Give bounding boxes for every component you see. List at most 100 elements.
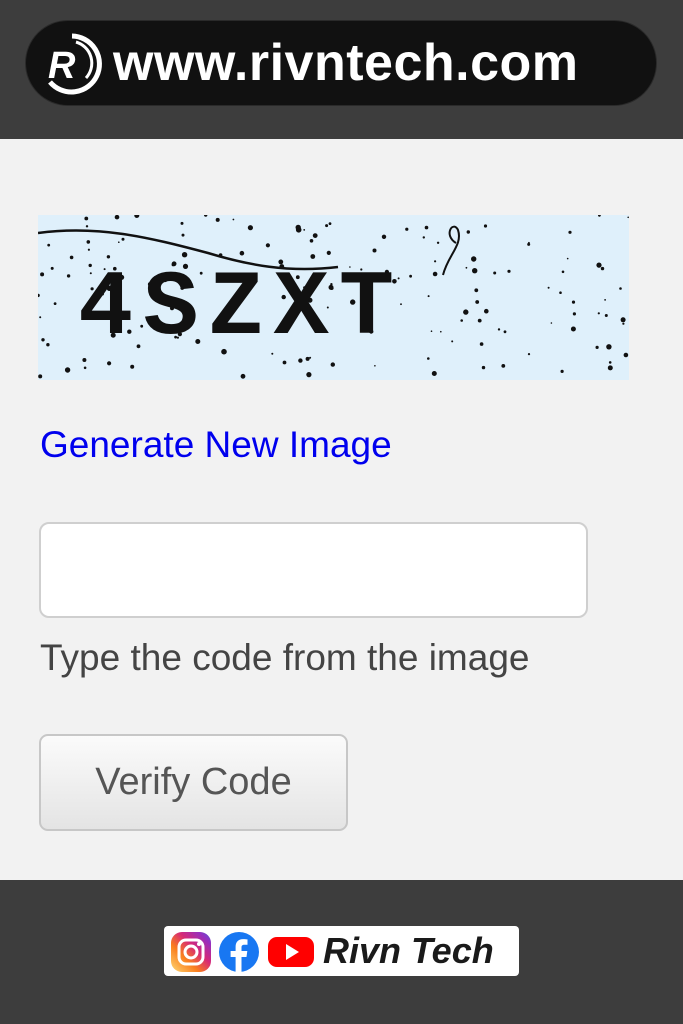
captcha-noise-dot <box>107 361 112 366</box>
captcha-noise-dot <box>597 312 600 315</box>
captcha-noise-dot <box>118 241 120 243</box>
captcha-noise-dot <box>83 366 87 370</box>
logo-letter: R <box>48 45 76 87</box>
captcha-noise-dot <box>604 314 608 317</box>
captcha-noise-dot <box>121 237 125 241</box>
captcha-noise-dot <box>312 233 318 238</box>
captcha-noise-dot <box>620 317 626 323</box>
captcha-code: 4SZXT <box>78 256 404 361</box>
captcha-noise-dot <box>47 243 51 247</box>
captcha-noise-dot <box>570 326 576 332</box>
captcha-noise-dot <box>571 300 576 304</box>
captcha-noise-dot <box>481 365 486 370</box>
captcha-noise-dot <box>53 302 57 305</box>
captcha-noise-dot <box>374 365 376 367</box>
captcha-noise-dot <box>325 224 329 228</box>
captcha-noise-dot <box>596 262 602 268</box>
rivn-logo-icon: R <box>48 33 102 95</box>
facebook-icon[interactable] <box>218 931 260 973</box>
captcha-noise-dot <box>430 330 433 332</box>
captcha-noise-dot <box>427 357 430 360</box>
captcha-noise-dot <box>265 243 270 248</box>
captcha-noise-dot <box>330 362 335 367</box>
captcha-noise-dot <box>440 330 442 333</box>
captcha-noise-dot <box>566 257 569 260</box>
captcha-noise-dot <box>326 250 331 255</box>
captcha-noise-dot <box>40 272 45 277</box>
captcha-noise-dot <box>466 230 470 234</box>
captcha-noise-dot <box>66 274 71 278</box>
site-url: www.rivntech.com <box>113 34 579 92</box>
captcha-noise-dot <box>50 266 54 270</box>
captcha-noise-dot <box>114 215 120 220</box>
captcha-noise-dot <box>550 322 553 324</box>
captcha-noise-dot <box>479 342 484 346</box>
captcha-noise-dot <box>477 318 482 323</box>
captcha-noise-dot <box>474 288 479 293</box>
captcha-noise-dot <box>501 364 506 368</box>
generate-new-image-link[interactable]: Generate New Image <box>40 422 392 468</box>
captcha-noise-dot <box>547 286 550 289</box>
captcha-noise-dot <box>622 322 625 325</box>
captcha-noise-dot <box>493 271 497 275</box>
captcha-noise-dot <box>232 218 235 221</box>
captcha-noise-dot <box>306 372 312 378</box>
captcha-noise-dot <box>239 250 245 256</box>
captcha-noise-dot <box>559 291 562 294</box>
captcha-code-input[interactable] <box>39 522 588 618</box>
captcha-noise-dot <box>436 241 440 244</box>
captcha-noise-dot <box>215 217 220 222</box>
captcha-noise-dot <box>422 236 425 239</box>
captcha-noise-dot <box>561 270 565 274</box>
captcha-noise-dot <box>483 224 488 228</box>
captcha-noise-dot <box>568 230 572 234</box>
captcha-noise-dot <box>181 233 185 237</box>
captcha-noise-dot <box>240 373 246 379</box>
verify-code-button[interactable]: Verify Code <box>39 734 348 831</box>
captcha-noise-dot <box>560 369 564 373</box>
captcha-noise-dot <box>381 234 387 239</box>
captcha-noise-dot <box>607 365 613 371</box>
captcha-noise-dot <box>595 345 599 349</box>
captcha-noise-dot <box>130 364 135 369</box>
captcha-noise-dot <box>309 239 314 243</box>
captcha-noise-dot <box>484 308 489 314</box>
captcha-noise-dot <box>84 216 89 221</box>
captcha-noise-dot <box>247 225 253 231</box>
captcha-noise-dot <box>282 360 287 365</box>
instagram-icon[interactable] <box>170 931 212 973</box>
input-hint: Type the code from the image <box>40 637 530 678</box>
captcha-noise-dot <box>527 353 531 356</box>
captcha-noise-dot <box>507 269 511 273</box>
captcha-noise-dot <box>627 216 629 219</box>
captcha-noise-dot <box>465 266 468 269</box>
captcha-noise-dot <box>85 225 89 228</box>
captcha-noise-dot <box>604 299 606 301</box>
captcha-noise-dot <box>527 242 531 246</box>
captcha-noise-dot <box>434 260 437 263</box>
captcha-noise-dot <box>409 274 412 278</box>
captcha-noise-dot <box>372 248 377 253</box>
youtube-icon[interactable] <box>267 931 315 973</box>
captcha-noise-dot <box>572 312 577 316</box>
captcha-noise-dot <box>69 255 74 260</box>
captcha-noise-dot <box>432 271 438 277</box>
captcha-noise-dot <box>46 343 50 347</box>
captcha-noise-dot <box>180 221 184 225</box>
captcha-noise-dot <box>86 240 91 244</box>
captcha-noise-dot <box>619 287 622 290</box>
captcha-noise-dot <box>295 224 301 231</box>
channel-name: Rivn Tech <box>323 930 494 971</box>
captcha-noise-dot <box>600 266 605 271</box>
captcha-noise-dot <box>405 227 409 231</box>
captcha-noise-dot <box>463 309 469 315</box>
captcha-noise-dot <box>41 338 45 342</box>
captcha-noise-dot <box>623 352 629 358</box>
captcha-image: 4SZXT <box>38 215 629 380</box>
captcha-noise-dot <box>427 295 430 298</box>
captcha-noise-dot <box>451 340 454 343</box>
captcha-noise-dot <box>38 374 43 379</box>
captcha-noise-dot <box>64 367 71 373</box>
captcha-noise-dot <box>608 361 612 364</box>
captcha-noise-dot <box>424 225 429 230</box>
